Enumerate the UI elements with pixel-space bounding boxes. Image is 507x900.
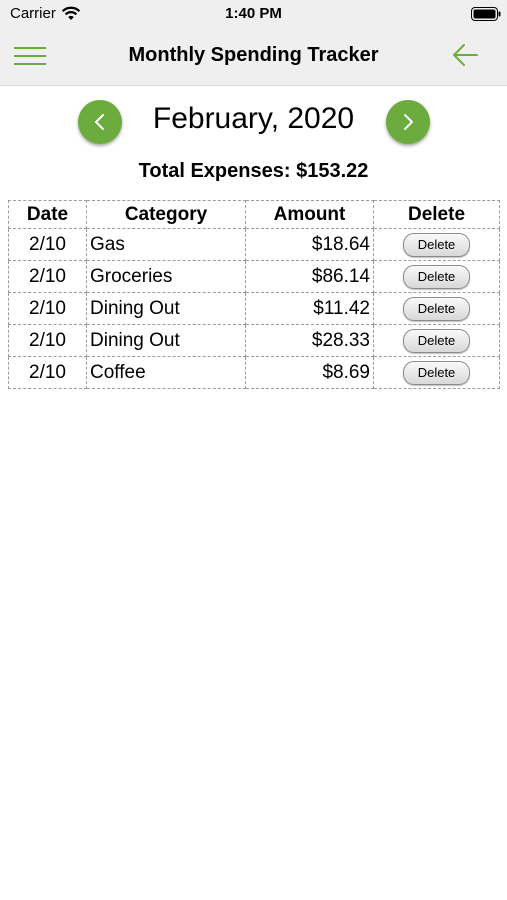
month-label: February, 2020 — [152, 102, 355, 135]
next-month-button[interactable] — [386, 100, 430, 144]
expenses-table: Date Category Amount Delete 2/10 Gas $18… — [8, 200, 500, 389]
month-navigator: February, 2020 — [0, 100, 507, 144]
row-date: 2/10 — [8, 356, 87, 389]
arrow-left-icon[interactable] — [450, 42, 480, 68]
table-row: 2/10 Coffee $8.69 Delete — [8, 356, 500, 389]
row-amount: $28.33 — [245, 324, 374, 357]
row-category: Dining Out — [86, 324, 246, 357]
row-delete-cell: Delete — [373, 324, 500, 357]
row-date: 2/10 — [8, 228, 87, 261]
header-date: Date — [8, 200, 87, 229]
table-row: 2/10 Dining Out $11.42 Delete — [8, 292, 500, 325]
row-date: 2/10 — [8, 324, 87, 357]
header-delete: Delete — [373, 200, 500, 229]
delete-button[interactable]: Delete — [403, 360, 470, 385]
header-category: Category — [86, 200, 246, 229]
row-amount: $18.64 — [245, 228, 374, 261]
delete-button[interactable]: Delete — [403, 296, 470, 321]
delete-button[interactable]: Delete — [403, 328, 470, 353]
row-delete-cell: Delete — [373, 356, 500, 389]
table-header-row: Date Category Amount Delete — [8, 200, 500, 229]
total-expenses: Total Expenses: $153.22 — [138, 160, 369, 182]
table-row: 2/10 Dining Out $28.33 Delete — [8, 324, 500, 357]
delete-button[interactable]: Delete — [403, 264, 470, 289]
row-date: 2/10 — [8, 260, 87, 293]
row-category: Groceries — [86, 260, 246, 293]
row-category: Dining Out — [86, 292, 246, 325]
chevron-right-icon — [404, 114, 413, 130]
table-row: 2/10 Groceries $86.14 Delete — [8, 260, 500, 293]
page-title: Monthly Spending Tracker — [128, 44, 379, 66]
row-delete-cell: Delete — [373, 228, 500, 261]
status-bar: Carrier 1:40 PM — [0, 0, 507, 28]
row-category: Gas — [86, 228, 246, 261]
navigation-bar: Monthly Spending Tracker — [0, 28, 507, 86]
header-amount: Amount — [245, 200, 374, 229]
status-time: 1:40 PM — [225, 5, 282, 22]
row-amount: $8.69 — [245, 356, 374, 389]
row-date: 2/10 — [8, 292, 87, 325]
row-delete-cell: Delete — [373, 260, 500, 293]
row-category: Coffee — [86, 356, 246, 389]
row-delete-cell: Delete — [373, 292, 500, 325]
battery-icon — [471, 7, 501, 21]
delete-button[interactable]: Delete — [403, 232, 470, 257]
row-amount: $11.42 — [245, 292, 374, 325]
row-amount: $86.14 — [245, 260, 374, 293]
table-row: 2/10 Gas $18.64 Delete — [8, 228, 500, 261]
